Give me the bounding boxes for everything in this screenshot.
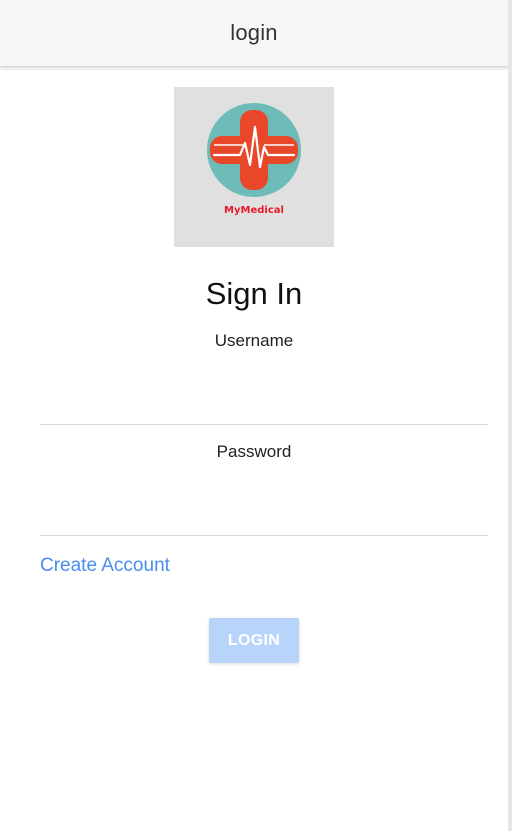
username-label: Username xyxy=(214,331,294,350)
login-page: login MyMedical Sign In Username Passwor… xyxy=(0,0,508,831)
login-button[interactable]: LOGIN xyxy=(209,618,299,663)
medical-cross-heartbeat-icon xyxy=(207,103,301,197)
logo-text: MyMedical xyxy=(224,205,284,216)
top-app-bar: login xyxy=(0,0,508,67)
window-edge xyxy=(508,0,512,831)
password-label: Password xyxy=(216,442,292,461)
username-input[interactable] xyxy=(40,394,488,425)
create-account-link[interactable]: Create Account xyxy=(40,555,170,577)
app-logo: MyMedical xyxy=(174,87,334,247)
password-input[interactable] xyxy=(40,505,488,536)
sign-in-heading: Sign In xyxy=(205,276,303,311)
page-title: login xyxy=(230,20,278,45)
